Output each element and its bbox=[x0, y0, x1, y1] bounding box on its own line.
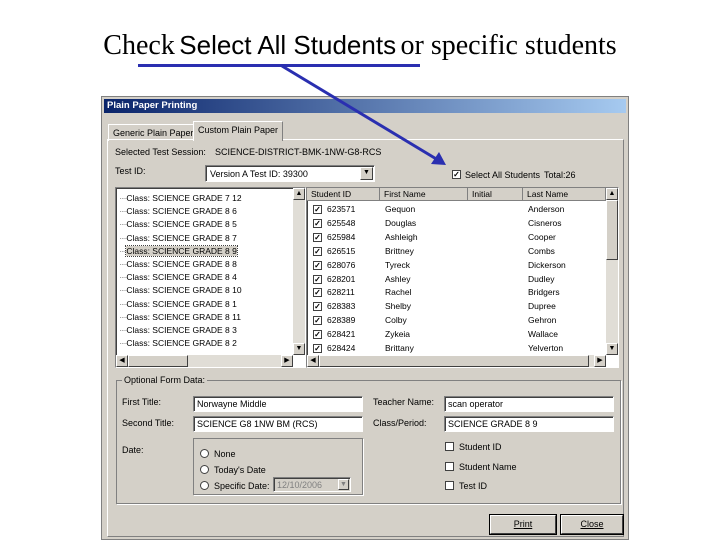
callout-arrow bbox=[281, 64, 446, 165]
tab-custom-plain-paper[interactable]: Custom Plain Paper bbox=[193, 121, 284, 141]
